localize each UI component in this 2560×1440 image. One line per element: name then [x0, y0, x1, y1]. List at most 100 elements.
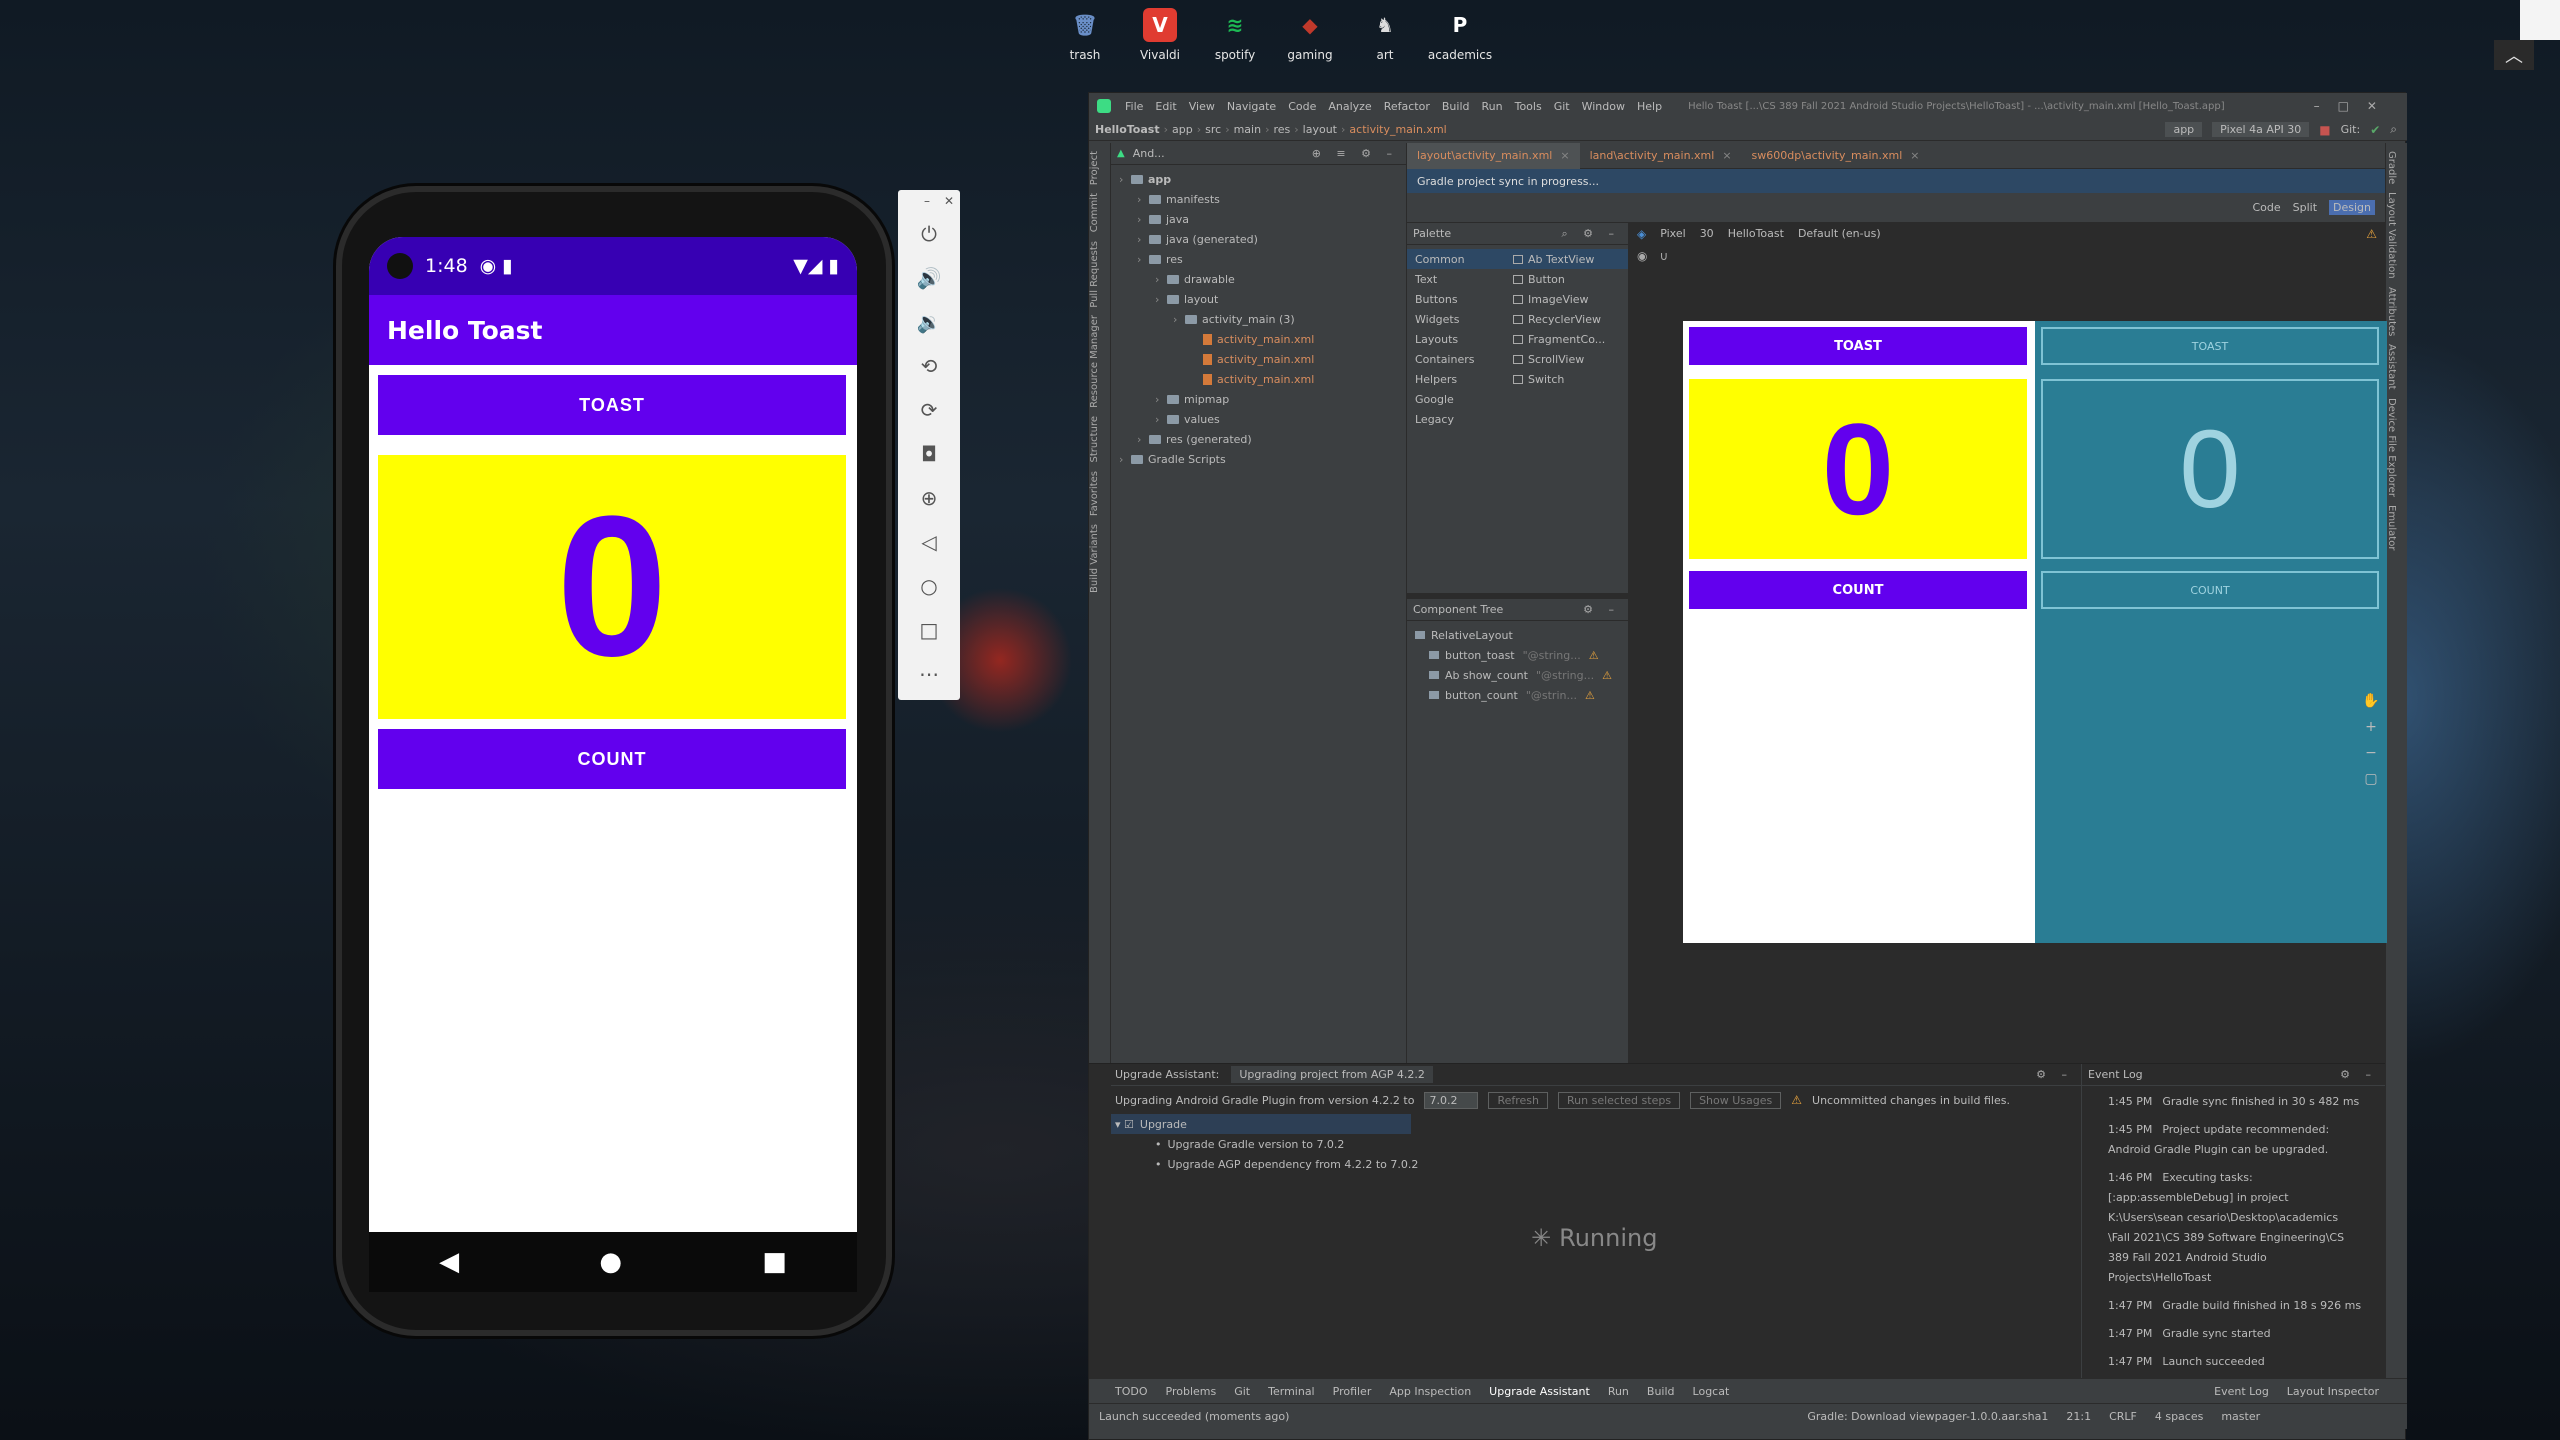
back-icon[interactable]: ◁: [898, 520, 960, 564]
tree-item-activity-main-xml[interactable]: activity_main.xml: [1111, 369, 1406, 389]
layers-icon[interactable]: ◈: [1637, 227, 1646, 241]
tree-item-gradle-scripts[interactable]: › Gradle Scripts: [1111, 449, 1406, 469]
blueprint-toast-button[interactable]: TOAST: [2041, 327, 2379, 365]
editor-tab[interactable]: layout\activity_main.xml ×: [1407, 142, 1580, 169]
breadcrumb-layout[interactable]: layout: [1303, 123, 1337, 136]
chevron-icon[interactable]: ›: [1137, 253, 1149, 266]
tool-todo[interactable]: TODO: [1115, 1385, 1148, 1398]
split-mode-button[interactable]: Split: [2293, 201, 2317, 214]
menu-file[interactable]: File: [1119, 100, 1149, 113]
refresh-button[interactable]: Refresh: [1488, 1091, 1549, 1109]
blueprint-count-button[interactable]: COUNT: [2041, 571, 2379, 609]
tool-event-log[interactable]: Event Log: [2214, 1385, 2269, 1398]
menu-view[interactable]: View: [1183, 100, 1221, 113]
breadcrumb-app[interactable]: app: [1172, 123, 1193, 136]
overview-icon[interactable]: ■: [762, 1247, 787, 1277]
tree-item-activity-main-3[interactable]: › activity_main (3): [1111, 309, 1406, 329]
desktop-icon-spotify[interactable]: ≋ spotify: [1200, 8, 1270, 62]
tool-build-variants[interactable]: Build Variants: [1089, 524, 1100, 593]
desktop-icon-trash[interactable]: 🗑 trash: [1050, 8, 1120, 62]
palette-category-buttons[interactable]: Buttons: [1407, 289, 1507, 309]
palette-category-widgets[interactable]: Widgets: [1407, 309, 1507, 329]
back-icon[interactable]: ◀: [439, 1247, 459, 1277]
tool-project[interactable]: Project: [1089, 151, 1100, 185]
git-check-icon[interactable]: ✔: [2370, 123, 2380, 137]
component-ab-show-count[interactable]: Ab show_count "@string... ⚠: [1407, 665, 1628, 685]
panel-actions[interactable]: ⊕ ≡ ⚙ –: [1312, 147, 1406, 160]
tool-favorites[interactable]: Favorites: [1089, 471, 1100, 516]
menu-build[interactable]: Build: [1436, 100, 1476, 113]
upgrade-tab[interactable]: Upgrading project from AGP 4.2.2: [1231, 1066, 1433, 1083]
tool-assistant[interactable]: Assistant: [2386, 344, 2397, 390]
magnet-icon[interactable]: ∪: [1659, 249, 1668, 263]
locale-select[interactable]: Default (en-us): [1798, 227, 1881, 240]
chevron-icon[interactable]: ›: [1119, 453, 1131, 466]
desktop-icon-vivaldi[interactable]: V Vivaldi: [1125, 8, 1195, 62]
tool-app-inspection[interactable]: App Inspection: [1389, 1385, 1471, 1398]
tool-terminal[interactable]: Terminal: [1268, 1385, 1315, 1398]
more-icon[interactable]: ⋯: [898, 652, 960, 696]
preview-count-display[interactable]: 0: [1689, 379, 2027, 559]
desktop-icon-art[interactable]: ♞ art: [1350, 8, 1420, 62]
tool-attributes[interactable]: Attributes: [2386, 287, 2397, 336]
blueprint-count-display[interactable]: 0: [2041, 379, 2379, 559]
window-controls[interactable]: –□✕: [2314, 99, 2407, 113]
upgrade-actions[interactable]: ⚙ –: [2036, 1068, 2081, 1081]
tool-layout-inspector[interactable]: Layout Inspector: [2287, 1385, 2379, 1398]
palette-category-layouts[interactable]: Layouts: [1407, 329, 1507, 349]
search-icon[interactable]: ⌕: [2390, 122, 2397, 137]
component-button-count[interactable]: button_count "@strin... ⚠: [1407, 685, 1628, 705]
upgrade-step[interactable]: • Upgrade AGP dependency from 4.2.2 to 7.…: [1155, 1154, 2081, 1174]
tool-device-file-explorer[interactable]: Device File Explorer: [2386, 398, 2397, 497]
home-icon[interactable]: ●: [599, 1247, 622, 1277]
tool-git[interactable]: Git: [1234, 1385, 1250, 1398]
tool-pull-requests[interactable]: Pull Requests: [1089, 241, 1100, 308]
warning-icon[interactable]: ⚠: [1589, 649, 1599, 662]
project-view-select[interactable]: And...: [1133, 147, 1165, 160]
palette-category-helpers[interactable]: Helpers: [1407, 369, 1507, 389]
theme-select[interactable]: HelloToast: [1728, 227, 1784, 240]
tree-item-res-generated[interactable]: › res (generated): [1111, 429, 1406, 449]
desktop-icon-gaming[interactable]: ◆ gaming: [1275, 8, 1345, 62]
palette-item-button[interactable]: Button: [1507, 269, 1628, 289]
device-preview-select[interactable]: Pixel: [1660, 227, 1685, 240]
menu-edit[interactable]: Edit: [1149, 100, 1182, 113]
close-icon[interactable]: ×: [1722, 149, 1731, 162]
tree-item-values[interactable]: › values: [1111, 409, 1406, 429]
tool-resource-manager[interactable]: Resource Manager: [1089, 315, 1100, 408]
chevron-icon[interactable]: ›: [1155, 273, 1167, 286]
warning-icon[interactable]: ⚠: [2366, 227, 2385, 241]
tree-item-activity-main-xml[interactable]: activity_main.xml: [1111, 329, 1406, 349]
warning-icon[interactable]: ⚠: [1602, 669, 1612, 682]
tool-run[interactable]: Run: [1608, 1385, 1629, 1398]
zoom-out-icon[interactable]: −: [2365, 745, 2377, 761]
palette-item-scrollview[interactable]: ScrollView: [1507, 349, 1628, 369]
overview-icon[interactable]: □: [898, 608, 960, 652]
editor-tab[interactable]: sw600dp\activity_main.xml ×: [1742, 143, 1930, 169]
pan-icon[interactable]: ✋: [2362, 693, 2379, 709]
tree-item-layout[interactable]: › layout: [1111, 289, 1406, 309]
run-steps-button[interactable]: Run selected steps: [1558, 1091, 1681, 1109]
chevron-icon[interactable]: ›: [1173, 313, 1185, 326]
api-select[interactable]: 30: [1700, 227, 1714, 240]
menu-git[interactable]: Git: [1548, 100, 1576, 113]
code-mode-button[interactable]: Code: [2252, 201, 2280, 214]
tree-item-drawable[interactable]: › drawable: [1111, 269, 1406, 289]
design-mode-button[interactable]: Design: [2329, 200, 2375, 215]
tool-layout-validation[interactable]: Layout Validation: [2386, 192, 2397, 279]
tool-emulator[interactable]: Emulator: [2386, 505, 2397, 550]
tree-item-app[interactable]: › app: [1111, 169, 1406, 189]
desktop-icon-academics[interactable]: Pacademics: [1425, 8, 1495, 62]
chevron-icon[interactable]: ›: [1137, 193, 1149, 206]
volume-up-icon[interactable]: 🔊: [898, 256, 960, 300]
chevron-icon[interactable]: ›: [1155, 293, 1167, 306]
rotate-left-icon[interactable]: ⟲: [898, 344, 960, 388]
chevron-icon[interactable]: ›: [1155, 413, 1167, 426]
chevron-icon[interactable]: ›: [1155, 393, 1167, 406]
zoom-controls[interactable]: ✋ + − ▢: [2361, 693, 2381, 823]
component-tree-actions[interactable]: ⚙ –: [1583, 603, 1628, 616]
version-select[interactable]: 7.0.2: [1424, 1091, 1479, 1109]
warning-icon[interactable]: ⚠: [1585, 689, 1595, 702]
chevron-icon[interactable]: ›: [1137, 433, 1149, 446]
zoom-in-icon[interactable]: +: [2365, 719, 2377, 735]
